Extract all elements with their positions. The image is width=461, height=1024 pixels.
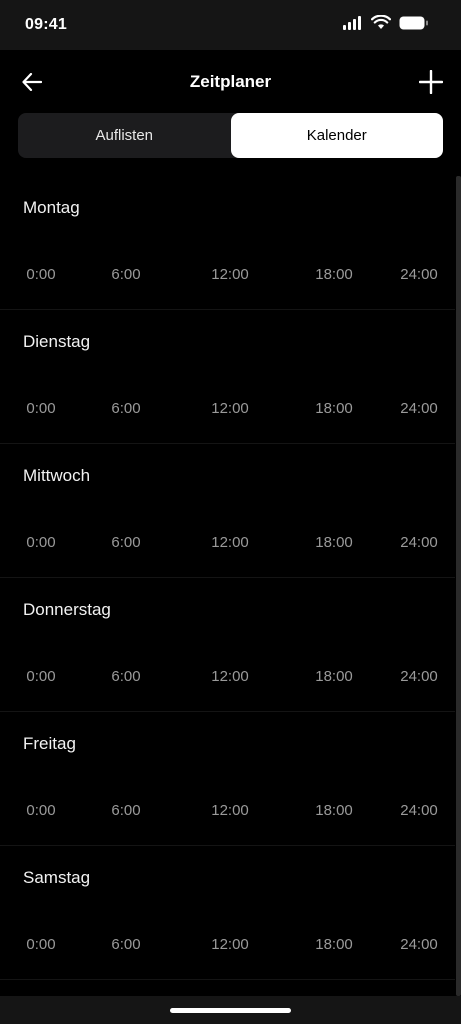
time-tick-label: 18:00 [315,802,353,819]
home-indicator[interactable] [170,1008,291,1013]
time-tick-label: 12:00 [211,400,249,417]
status-bar: 09:41 [0,0,461,50]
time-tick-label: 18:00 [315,534,353,551]
day-row[interactable]: Samstag 0:00 6:00 12:00 18:00 24:00 [0,846,455,980]
time-axis: 0:00 6:00 12:00 18:00 24:00 [0,400,455,420]
time-tick-label: 6:00 [111,534,141,551]
time-tick-label: 6:00 [111,802,141,819]
page-title: Zeitplaner [189,72,272,91]
navigation-header: Zeitplaner [0,50,461,112]
time-tick-label: 6:00 [111,936,141,953]
time-tick-label: 12:00 [211,266,249,283]
status-time: 09:41 [25,16,67,33]
arrow-left-icon [22,73,42,91]
time-tick-label: 0:00 [26,534,56,551]
back-button[interactable] [18,68,46,96]
time-axis: 0:00 6:00 12:00 18:00 24:00 [0,936,455,956]
time-tick-label: 24:00 [400,802,438,819]
time-tick-label: 12:00 [211,936,249,953]
time-tick-label: 18:00 [315,668,353,685]
day-name: Freitag [23,734,76,753]
time-tick-label: 18:00 [315,936,353,953]
day-name: Dienstag [23,332,91,351]
day-row[interactable]: Donnerstag 0:00 6:00 12:00 18:00 24:00 [0,578,455,712]
day-row[interactable]: Dienstag 0:00 6:00 12:00 18:00 24:00 [0,310,455,444]
time-tick-label: 24:00 [400,534,438,551]
time-tick-label: 0:00 [26,668,56,685]
time-axis: 0:00 6:00 12:00 18:00 24:00 [0,266,455,286]
time-tick-label: 0:00 [26,802,56,819]
bottom-bar [0,996,461,1024]
time-tick-label: 0:00 [26,400,56,417]
time-tick-label: 24:00 [400,936,438,953]
time-tick-label: 18:00 [315,266,353,283]
day-name: Samstag [23,868,91,887]
tab-kalender[interactable]: Kalender [230,113,443,158]
battery-icon [399,16,429,35]
day-schedule-list: Montag 0:00 6:00 12:00 18:00 24:00 Dienstag 0:0… [0,176,455,980]
time-tick-label: 6:00 [111,266,141,283]
time-tick-label: 18:00 [315,400,353,417]
time-tick-label: 24:00 [400,668,438,685]
add-button[interactable] [417,68,445,96]
time-tick-label: 0:00 [26,266,56,283]
time-tick-label: 12:00 [211,668,249,685]
day-name: Montag [23,198,80,217]
tab-auflisten[interactable]: Auflisten [18,113,231,158]
view-segmented-control: Auflisten Kalender [18,113,443,158]
day-name: Mittwoch [23,466,91,485]
cellular-signal-icon [343,15,363,35]
time-axis: 0:00 6:00 12:00 18:00 24:00 [0,802,455,822]
day-name: Donnerstag [23,600,111,619]
time-tick-label: 6:00 [111,668,141,685]
time-tick-label: 6:00 [111,400,141,417]
wifi-icon [370,14,392,35]
time-tick-label: 24:00 [400,400,438,417]
time-axis: 0:00 6:00 12:00 18:00 24:00 [0,668,455,688]
time-axis: 0:00 6:00 12:00 18:00 24:00 [0,534,455,554]
day-row[interactable]: Montag 0:00 6:00 12:00 18:00 24:00 [0,176,455,310]
time-tick-label: 12:00 [211,534,249,551]
app-screen: 09:41 Zeitplaner Auflisten Kalender Mont… [0,0,461,1024]
status-icons [343,14,429,35]
scrollbar[interactable] [456,176,461,996]
day-row[interactable]: Freitag 0:00 6:00 12:00 18:00 24:00 [0,712,455,846]
time-tick-label: 0:00 [26,936,56,953]
time-tick-label: 24:00 [400,266,438,283]
plus-icon [419,70,443,94]
day-row[interactable]: Mittwoch 0:00 6:00 12:00 18:00 24:00 [0,444,455,578]
time-tick-label: 12:00 [211,802,249,819]
